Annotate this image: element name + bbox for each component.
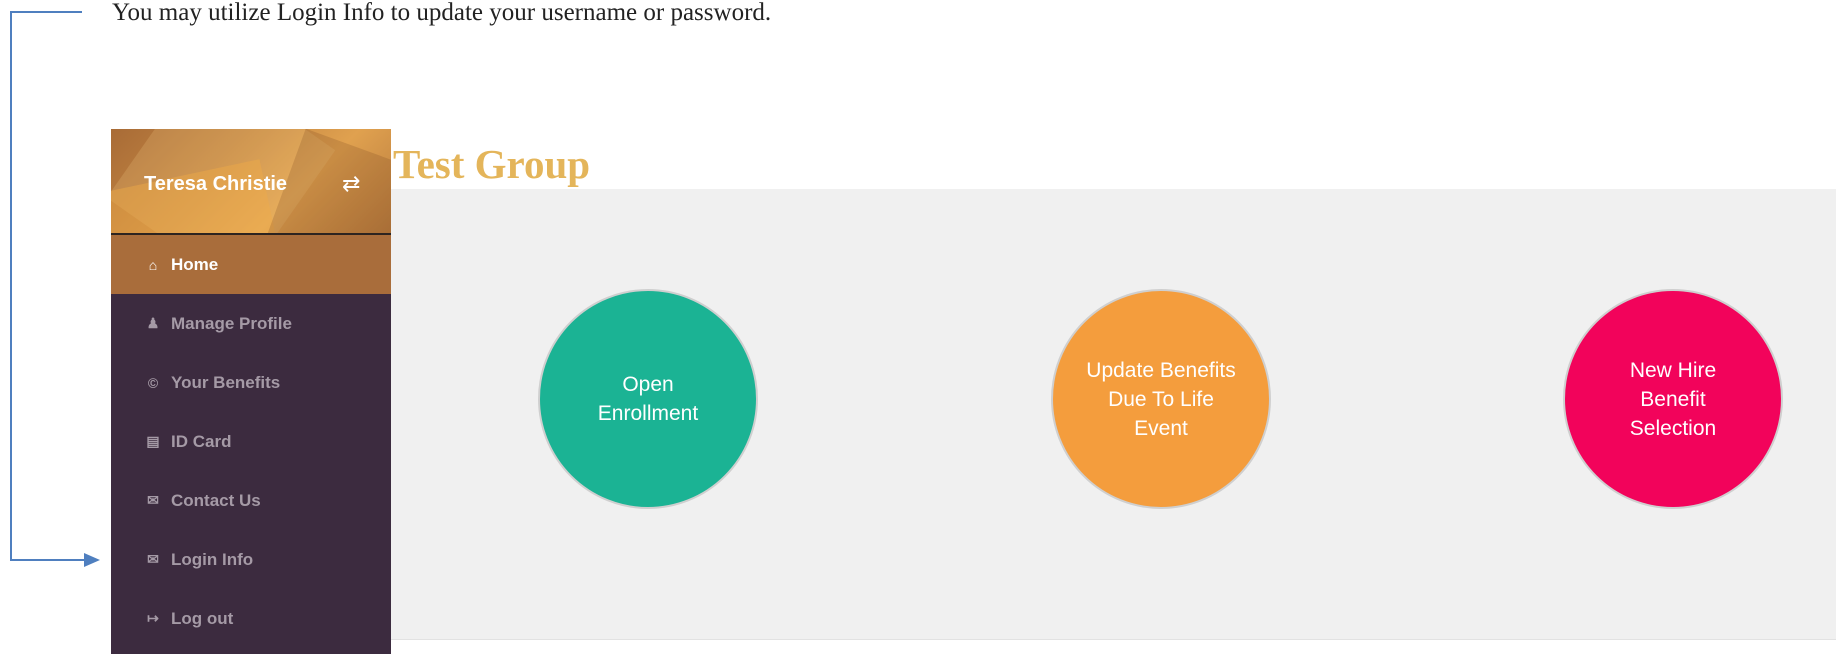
envelope-icon: ✉	[147, 551, 159, 567]
callout-line-vertical	[10, 11, 12, 561]
sidebar-item-manage-profile[interactable]: ♟ Manage Profile	[111, 294, 391, 353]
exchange-icon[interactable]: ⇄	[342, 171, 360, 197]
open-enrollment-button[interactable]: Open Enrollment	[538, 289, 758, 509]
callout-arrow-icon	[84, 553, 100, 567]
home-icon: ⌂	[148, 256, 158, 273]
sidebar-item-label: ID Card	[171, 431, 232, 451]
sign-out-icon: ↦	[147, 610, 159, 626]
cc-icon: ©	[147, 374, 159, 391]
callout-line-bottom	[10, 559, 86, 561]
id-card-icon: ▤	[146, 433, 160, 449]
instruction-text: You may utilize Login Info to update you…	[112, 0, 772, 26]
sidebar: Teresa Christie ⇄ ⌂ Home ♟ Manage Profil…	[111, 129, 391, 654]
envelope-icon: ✉	[147, 492, 159, 508]
sidebar-item-login-info[interactable]: ✉ Login Info	[111, 530, 391, 589]
dashboard-panel: Open Enrollment Update Benefits Due To L…	[391, 189, 1836, 640]
sidebar-item-label: Contact Us	[171, 490, 261, 510]
user-icon: ♟	[146, 315, 160, 331]
sidebar-item-id-card[interactable]: ▤ ID Card	[111, 412, 391, 471]
sidebar-item-log-out[interactable]: ↦ Log out	[111, 589, 391, 648]
user-name[interactable]: Teresa Christie	[144, 173, 287, 196]
sidebar-item-label: Your Benefits	[171, 372, 281, 392]
life-event-button[interactable]: Update Benefits Due To Life Event	[1051, 289, 1271, 509]
sidebar-item-label: Login Info	[171, 549, 254, 569]
new-hire-button[interactable]: New Hire Benefit Selection	[1563, 289, 1783, 509]
sidebar-item-label: Log out	[171, 608, 234, 628]
sidebar-item-label: Manage Profile	[171, 313, 292, 333]
sidebar-item-your-benefits[interactable]: © Your Benefits	[111, 353, 391, 412]
page-title: Test Group	[393, 141, 591, 187]
sidebar-item-contact-us[interactable]: ✉ Contact Us	[111, 471, 391, 530]
sidebar-item-label: Home	[171, 254, 219, 274]
callout-line-top	[10, 11, 82, 13]
sidebar-item-home[interactable]: ⌂ Home	[111, 235, 391, 294]
profile-header: Teresa Christie ⇄	[111, 129, 391, 235]
